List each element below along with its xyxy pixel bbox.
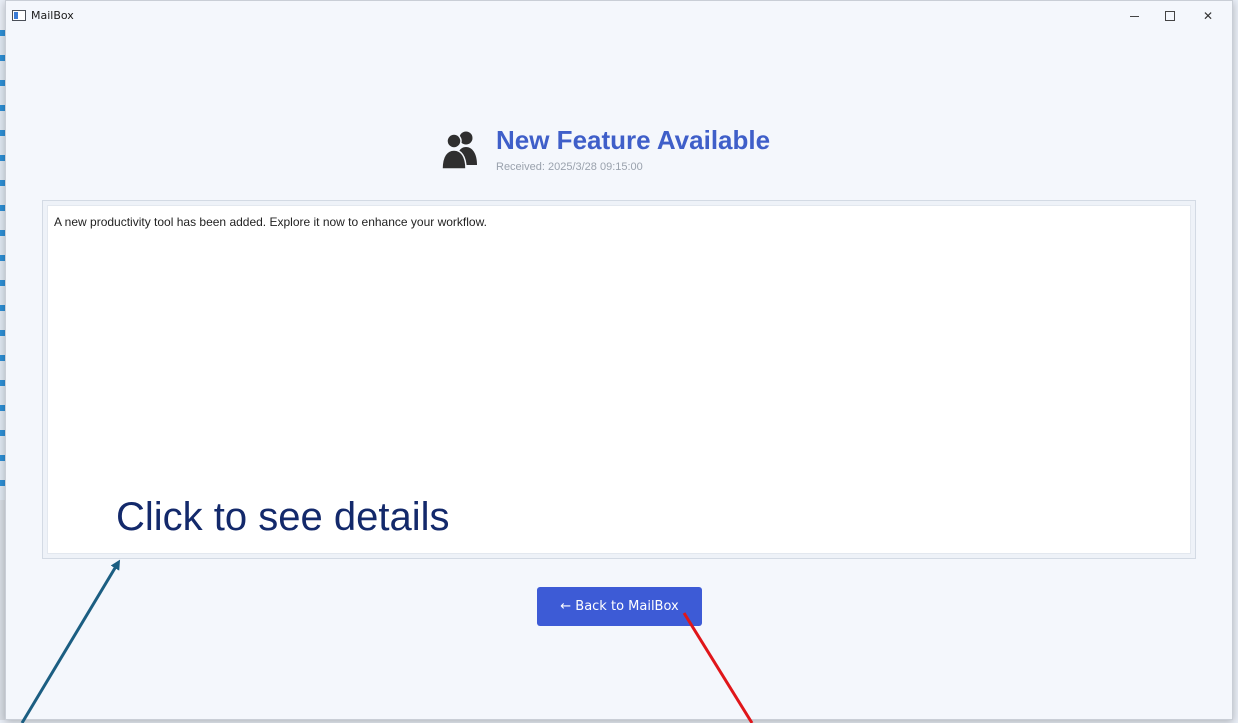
message-body-text: A new productivity tool has been added. … [54, 215, 487, 229]
message-header: New Feature Available Received: 2025/3/2… [6, 119, 1232, 179]
minimize-icon [1129, 15, 1139, 17]
received-timestamp: Received: 2025/3/28 09:15:00 [496, 161, 643, 173]
app-window-icon [12, 10, 26, 21]
close-button[interactable]: ✕ [1190, 1, 1226, 31]
annotation-label: Click to see details [116, 495, 450, 539]
window-title: MailBox [31, 9, 74, 22]
back-to-mailbox-button[interactable]: ← Back to MailBox [537, 587, 702, 626]
mailbox-window: MailBox ✕ New Feature Available Received… [5, 0, 1233, 720]
maximize-icon [1165, 11, 1175, 21]
close-icon: ✕ [1202, 9, 1214, 23]
message-title: New Feature Available [496, 125, 771, 155]
maximize-button[interactable] [1152, 1, 1188, 31]
title-bar[interactable]: MailBox ✕ [6, 1, 1232, 31]
people-icon [441, 131, 477, 169]
minimize-button[interactable] [1116, 1, 1152, 31]
